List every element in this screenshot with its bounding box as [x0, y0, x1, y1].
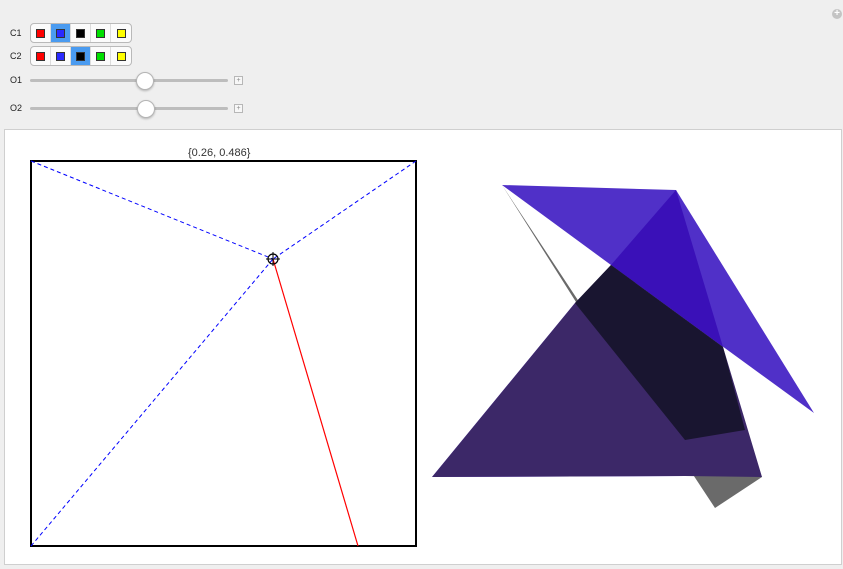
c2-option-blue[interactable] [51, 47, 71, 65]
black-swatch [76, 28, 85, 38]
c2-control: C2 [10, 46, 132, 66]
c1-label: C1 [10, 28, 22, 38]
o2-label: O2 [10, 103, 23, 113]
c1-option-yellow[interactable] [111, 24, 131, 42]
plus-circle-icon[interactable]: + [832, 9, 842, 19]
o1-slider-track[interactable] [30, 71, 228, 90]
c2-option-green[interactable] [91, 47, 111, 65]
c2-label: C2 [10, 51, 22, 61]
c1-setter-bar [30, 23, 132, 43]
o1-slider-thumb[interactable] [135, 71, 154, 90]
yellow-swatch [116, 28, 126, 38]
o2-control: O2 + [10, 98, 243, 118]
green-swatch [96, 28, 105, 38]
c1-option-red[interactable] [31, 24, 51, 42]
crosshair-icon[interactable] [266, 252, 280, 266]
o1-label: O1 [10, 75, 23, 85]
output-panel: {0.26, 0.486} [4, 129, 842, 565]
c1-option-blue[interactable] [51, 24, 71, 42]
black-swatch [76, 51, 85, 61]
o2-slider-thumb[interactable] [137, 99, 156, 118]
plus-box-icon[interactable]: + [234, 75, 243, 85]
c1-control: C1 [10, 23, 132, 43]
blue-swatch [56, 51, 65, 61]
dashed-line-top-left [30, 160, 274, 260]
dashed-line-top-right [272, 160, 417, 260]
c2-option-black[interactable] [71, 47, 91, 65]
c2-setter-bar [30, 46, 132, 66]
c1-option-black[interactable] [71, 24, 91, 42]
o1-control: O1 + [10, 70, 243, 90]
c2-option-red[interactable] [31, 47, 51, 65]
green-swatch [96, 51, 105, 61]
plus-box-icon[interactable]: + [234, 103, 243, 113]
blue-swatch [56, 28, 65, 38]
red-swatch [36, 51, 45, 61]
yellow-swatch [116, 51, 126, 61]
c2-option-yellow[interactable] [111, 47, 131, 65]
red-line [272, 258, 359, 547]
square-frame [30, 160, 417, 547]
graphics-canvas [30, 160, 814, 547]
o2-slider-track[interactable] [30, 99, 228, 118]
dashed-line-bottom-left [30, 258, 274, 547]
c1-option-green[interactable] [91, 24, 111, 42]
red-swatch [36, 28, 45, 38]
